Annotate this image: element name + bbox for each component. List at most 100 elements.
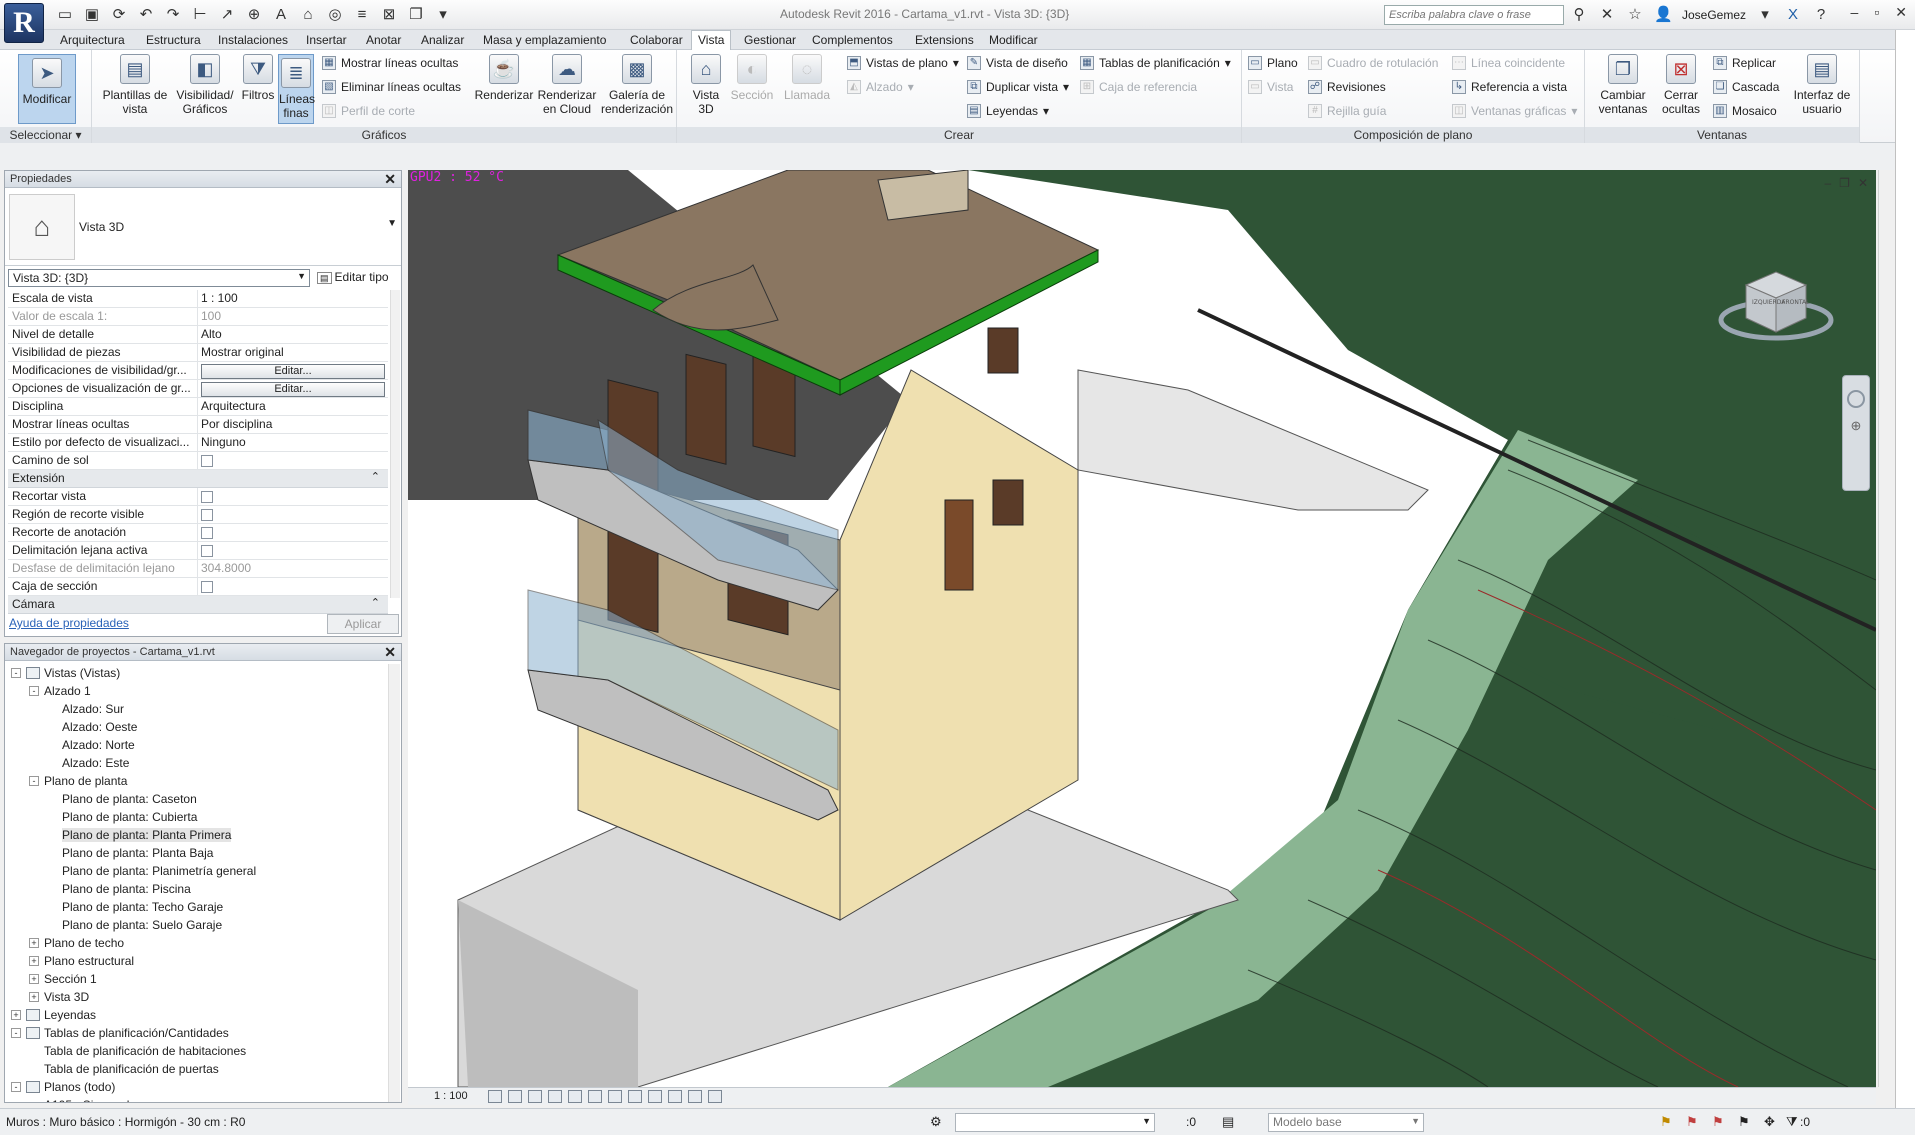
scope-box-button[interactable]: ⊞ Caja de referencia — [1080, 80, 1197, 94]
user-dropdown-icon[interactable]: ▾ — [1756, 6, 1774, 24]
design-option-dropdown[interactable]: Modelo base ▼ — [1268, 1113, 1424, 1132]
group-graphics-title[interactable]: Gráficos — [92, 127, 676, 143]
matchline-button[interactable]: ⋯ Línea coincidente — [1452, 56, 1565, 70]
section-camera-header[interactable]: Cámara ⌃ — [8, 596, 388, 614]
browser-node[interactable]: Plano de planta: Caseton — [7, 790, 387, 808]
section-button[interactable]: ◐ Sección — [727, 54, 777, 102]
browser-node[interactable]: Alzado: Sur — [7, 700, 387, 718]
exchange-icon[interactable]: X — [1784, 6, 1802, 24]
property-checkbox[interactable] — [201, 509, 213, 521]
replicate-button[interactable]: ⧉ Replicar — [1713, 56, 1776, 70]
tab-complementos[interactable]: Complementos — [806, 32, 899, 48]
property-row[interactable]: Caja de sección — [8, 578, 388, 596]
qat-dropdown-icon[interactable]: ▾ — [434, 6, 452, 24]
search-input[interactable] — [1384, 5, 1564, 25]
collapse-icon[interactable]: - — [11, 1082, 21, 1092]
browser-node[interactable]: - Planos (todo) — [7, 1078, 387, 1096]
property-checkbox[interactable] — [201, 581, 213, 593]
help-icon[interactable]: ? — [1812, 6, 1830, 24]
browser-node[interactable]: Plano de planta: Planta Primera — [7, 826, 387, 844]
modify-button[interactable]: ➤ Modificar — [18, 54, 76, 124]
properties-scrollbar[interactable] — [390, 290, 400, 598]
expand-icon[interactable]: + — [29, 938, 39, 948]
user-name[interactable]: JoseGemez — [1682, 8, 1746, 22]
browser-node[interactable]: Alzado: Norte — [7, 736, 387, 754]
collapse-icon[interactable]: - — [11, 1028, 21, 1038]
subscription-icon[interactable]: ✕ — [1598, 6, 1616, 24]
application-menu-button[interactable]: R — [4, 3, 44, 43]
close-icon[interactable]: ✕ — [1895, 4, 1907, 21]
property-value[interactable] — [198, 452, 388, 469]
property-value[interactable]: Ninguno — [198, 434, 388, 451]
browser-node[interactable]: Plano de planta: Cubierta — [7, 808, 387, 826]
render-cloud-button[interactable]: ☁ Renderizar en Cloud — [536, 54, 598, 116]
property-row[interactable]: Visibilidad de piezas Mostrar original — [8, 344, 388, 362]
edit-button[interactable]: Editar... — [201, 382, 385, 397]
show-hidden-lines-button[interactable]: ▦ Mostrar líneas ocultas — [322, 56, 458, 70]
property-row[interactable]: Desfase de delimitación lejano 304.8000 — [8, 560, 388, 578]
browser-node[interactable]: + Sección 1 — [7, 970, 387, 988]
property-row[interactable]: Recorte de anotación — [8, 524, 388, 542]
group-sheet-title[interactable]: Composición de plano — [1242, 127, 1584, 143]
collapse-icon[interactable]: ⌃ — [371, 596, 380, 609]
temporary-hide-icon[interactable] — [648, 1090, 662, 1103]
browser-node[interactable]: + Vista 3D — [7, 988, 387, 1006]
close-icon[interactable]: ✕ — [384, 171, 396, 188]
redo-icon[interactable]: ↷ — [164, 6, 182, 24]
property-row[interactable]: Modificaciones de visibilidad/gr... Edita… — [8, 362, 388, 380]
render-gallery-button[interactable]: ▩ Galería de renderización — [600, 54, 674, 116]
sheet-button[interactable]: ▭ Plano — [1248, 56, 1298, 70]
minimize-icon[interactable]: – — [1824, 176, 1831, 190]
tab-masa-y-emplazamiento[interactable]: Masa y emplazamiento — [477, 32, 612, 48]
close-icon[interactable]: ✕ — [384, 644, 396, 661]
sun-path-icon[interactable] — [528, 1090, 542, 1103]
collapse-icon[interactable]: - — [11, 668, 21, 678]
plan-views-button[interactable]: ⬒ Vistas de plano ▾ — [847, 56, 959, 70]
browser-node[interactable]: Alzado: Este — [7, 754, 387, 772]
design-options-icon[interactable]: ▤ — [1222, 1114, 1234, 1130]
render-button[interactable]: ☕ Renderizar — [474, 54, 534, 102]
property-value[interactable] — [198, 542, 388, 559]
collapse-icon[interactable]: - — [29, 776, 39, 786]
browser-node[interactable]: Tabla de planificación de puertas — [7, 1060, 387, 1078]
viewcube[interactable]: IZQUIERDA FRONTAL — [1716, 260, 1836, 360]
zoom-icon[interactable]: ⊕ — [1849, 418, 1863, 433]
thin-lines-icon[interactable]: ≡ — [353, 6, 371, 24]
drafting-view-button[interactable]: ✎ Vista de diseño — [967, 56, 1068, 70]
undo-icon[interactable]: ↶ — [137, 6, 155, 24]
instance-view-dropdown[interactable]: Vista 3D: {3D} ▼ — [8, 269, 310, 287]
sync-icon[interactable]: ⟳ — [110, 6, 128, 24]
navigation-bar[interactable]: ⊕ — [1842, 375, 1870, 491]
elevation-button[interactable]: ◭ Alzado ▾ — [847, 80, 914, 94]
minimize-icon[interactable]: – — [1851, 4, 1859, 21]
browser-node[interactable]: + Plano estructural — [7, 952, 387, 970]
close-hidden-icon[interactable]: ⊠ — [380, 6, 398, 24]
cut-profile-button[interactable]: ◫ Perfil de corte — [322, 104, 415, 118]
browser-node[interactable]: Plano de planta: Planta Baja — [7, 844, 387, 862]
property-row[interactable]: Mostrar líneas ocultas Por disciplina — [8, 416, 388, 434]
property-row[interactable]: Recortar vista — [8, 488, 388, 506]
edit-button[interactable]: Editar... — [201, 364, 385, 379]
expand-icon[interactable]: + — [29, 992, 39, 1002]
tab-estructura[interactable]: Estructura — [140, 32, 207, 48]
close-hidden-button[interactable]: ⊠ Cerrar ocultas — [1653, 54, 1709, 116]
switch-windows-button[interactable]: ❐ Cambiar ventanas — [1593, 54, 1653, 116]
tab-gestionar[interactable]: Gestionar — [738, 32, 802, 48]
tab-modificar[interactable]: Modificar — [983, 32, 1044, 48]
duplicate-view-button[interactable]: ⧉ Duplicar vista ▾ — [967, 80, 1069, 94]
remove-hidden-lines-button[interactable]: ▧ Eliminar líneas ocultas — [322, 80, 461, 94]
collapse-icon[interactable]: - — [29, 686, 39, 696]
revisions-button[interactable]: ☍ Revisiones — [1308, 80, 1386, 94]
select-links-icon[interactable]: ⚑ — [1660, 1114, 1672, 1130]
property-row[interactable]: Opciones de visualización de gr... Editar… — [8, 380, 388, 398]
tag-icon[interactable]: ⊕ — [245, 6, 263, 24]
shadows-icon[interactable] — [548, 1090, 562, 1103]
expand-icon[interactable]: + — [29, 956, 39, 966]
tab-anotar[interactable]: Anotar — [360, 32, 407, 48]
legends-button[interactable]: ▤ Leyendas ▾ — [967, 104, 1049, 118]
tab-insertar[interactable]: Insertar — [300, 32, 353, 48]
crop-region-icon[interactable] — [608, 1090, 622, 1103]
browser-node[interactable]: Tabla de planificación de habitaciones — [7, 1042, 387, 1060]
property-row[interactable]: Delimitación lejana activa — [8, 542, 388, 560]
temporary-properties-icon[interactable] — [688, 1090, 702, 1103]
